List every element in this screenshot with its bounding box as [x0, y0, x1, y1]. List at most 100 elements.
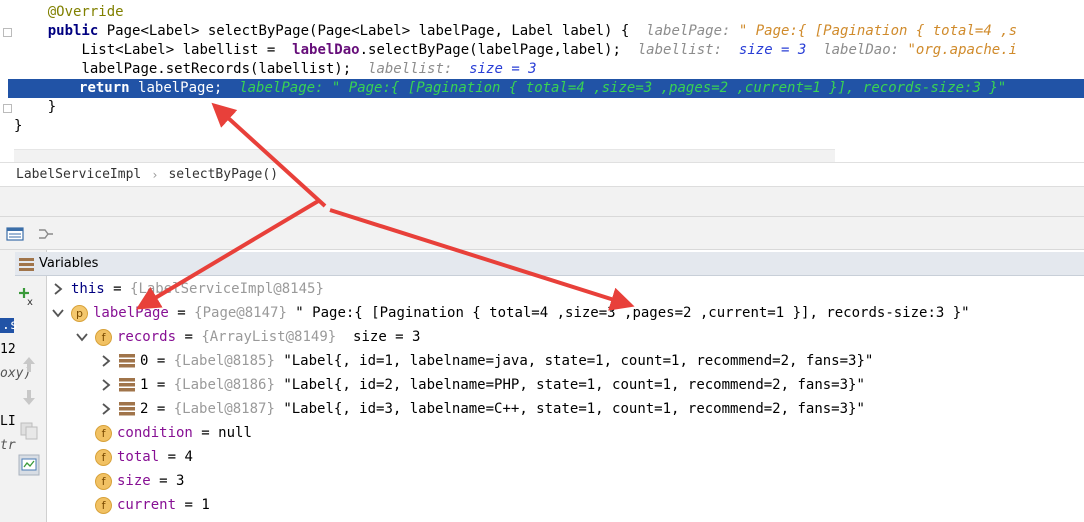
variable-row[interactable]: 1 = {Label@8186} "Label{, id=2, labelnam… [47, 373, 1084, 397]
inline-debug-value: size = 3 [469, 61, 537, 77]
field-icon: f [95, 424, 112, 442]
variable-value: "Label{, id=1, labelname=java, state=1, … [274, 353, 874, 369]
equals-sign: = [192, 425, 219, 441]
move-up-icon[interactable] [18, 354, 40, 376]
variable-name: records [117, 329, 177, 345]
breadcrumb-method[interactable]: selectByPage() [168, 167, 278, 182]
expand-arrow-icon[interactable] [99, 378, 113, 392]
variable-name: 0 [140, 353, 149, 369]
equals-sign: = [104, 281, 131, 297]
variable-value: size = 3 [336, 329, 421, 345]
svg-text:x: x [27, 297, 33, 307]
variable-name: 1 [140, 377, 149, 393]
new-watch-icon[interactable]: x [18, 285, 40, 307]
code-token: labelDao [292, 42, 360, 58]
collapse-arrow-icon[interactable] [75, 330, 89, 344]
copy-icon[interactable] [18, 420, 40, 442]
frame-fragment[interactable]: LI [0, 414, 16, 429]
variable-reference: {Label@8187} [173, 401, 275, 417]
array-element-icon [119, 402, 135, 416]
variables-tree: this = {LabelServiceImpl@8145} p labelPage… [47, 277, 1084, 522]
variable-name: condition [117, 425, 193, 441]
breadcrumb-class[interactable]: LabelServiceImpl [16, 167, 141, 182]
equals-sign: = [176, 329, 202, 345]
variable-reference: {Label@8185} [173, 353, 275, 369]
inline-debug-value: labellist: [368, 61, 470, 77]
inline-debug-value: labelDao: [806, 42, 908, 58]
code-line[interactable]: } [0, 98, 1084, 117]
code-line[interactable]: List<Label> labellist = labelDao.selectB… [0, 41, 1084, 60]
variable-row[interactable]: f size = 3 [47, 469, 1084, 493]
variable-value: null [218, 425, 252, 441]
variable-value: 4 [184, 449, 193, 465]
variable-reference: {LabelServiceImpl@8145} [130, 281, 324, 297]
move-down-icon[interactable] [18, 386, 40, 408]
code-line-current[interactable]: return labelPage; labelPage: " Page:{ [P… [8, 79, 1084, 98]
variable-row[interactable]: f records = {ArrayList@8149} size = 3 [47, 325, 1084, 349]
frame-fragment[interactable]: 12 [0, 342, 16, 357]
field-icon: f [95, 448, 112, 466]
restore-layout-icon[interactable] [18, 454, 40, 476]
variable-row[interactable]: 0 = {Label@8185} "Label{, id=1, labelnam… [47, 349, 1084, 373]
variable-row[interactable]: f current = 1 [47, 493, 1084, 517]
variable-row[interactable]: p labelPage = {Page@8147} " Page:{ [Pagin… [47, 301, 1084, 325]
variable-row[interactable]: f total = 4 [47, 445, 1084, 469]
field-icon: f [95, 472, 112, 490]
variables-panel-header: Variables [15, 252, 1084, 276]
inline-debug-value: labellist: [637, 42, 739, 58]
inline-debug-value: "org.apache.i [907, 42, 1018, 58]
variable-row[interactable]: this = {LabelServiceImpl@8145} [47, 277, 1084, 301]
code-line[interactable]: } [0, 117, 1084, 136]
variable-value: "Label{, id=2, labelname=PHP, state=1, c… [274, 377, 865, 393]
field-icon: f [95, 496, 112, 514]
inline-debug-value: labelPage: [646, 23, 739, 39]
code-line[interactable]: public Page<Label> selectByPage(Page<Lab… [0, 22, 1084, 41]
arrow-spacer [75, 450, 89, 464]
code-token: List<Label> labellist = [81, 42, 293, 58]
equals-sign: = [150, 473, 177, 489]
code-token: public [47, 23, 107, 39]
equals-sign: = [159, 449, 185, 465]
code-token: labelPage.setRecords(labellist); [81, 61, 369, 77]
variables-icon [19, 257, 34, 271]
code-line[interactable]: labelPage.setRecords(labellist); labelli… [0, 60, 1084, 79]
variable-value: 3 [176, 473, 185, 489]
variable-reference: {Label@8186} [173, 377, 275, 393]
equals-sign: = [168, 305, 195, 321]
code-token: .selectByPage(labelPage,label); [359, 42, 638, 58]
variable-value: " Page:{ [Pagination { total=4 ,size=3 ,… [286, 305, 970, 321]
arrow-spacer [75, 426, 89, 440]
variable-value: "Label{, id=3, labelname=C++, state=1, c… [274, 401, 865, 417]
variable-name: total [117, 449, 160, 465]
frame-fragment[interactable]: .s [0, 318, 18, 333]
code-line[interactable]: @Override [0, 3, 1084, 22]
editor-horizontal-scrollbar[interactable] [14, 149, 835, 162]
variable-row[interactable]: f condition = null [47, 421, 1084, 445]
expand-arrow-icon[interactable] [51, 282, 65, 296]
inline-debug-value: size = 3 [738, 42, 807, 58]
frame-fragment[interactable]: tr [0, 438, 16, 453]
arrow-spacer [75, 498, 89, 512]
inline-debug-value: " Page:{ [Pagination { total=4 ,s [738, 23, 1018, 39]
equals-sign: = [148, 377, 174, 393]
threads-layout-icon[interactable] [37, 225, 55, 243]
equals-sign: = [148, 401, 174, 417]
code-editor[interactable]: @Override public Page<Label> selectByPag… [0, 0, 1084, 162]
arrow-spacer [75, 474, 89, 488]
frames-layout-icon[interactable] [6, 225, 24, 243]
equals-sign: = [148, 353, 174, 369]
code-token: Page<Label> selectByPage(Page<Label> lab… [106, 23, 647, 39]
collapse-arrow-icon[interactable] [51, 306, 65, 320]
variable-row[interactable]: 2 = {Label@8187} "Label{, id=3, labelnam… [47, 397, 1084, 421]
panel-divider[interactable] [0, 186, 1084, 216]
expand-arrow-icon[interactable] [99, 402, 113, 416]
variable-name: labelPage [93, 305, 169, 321]
expand-arrow-icon[interactable] [99, 354, 113, 368]
variable-name: size [117, 473, 151, 489]
